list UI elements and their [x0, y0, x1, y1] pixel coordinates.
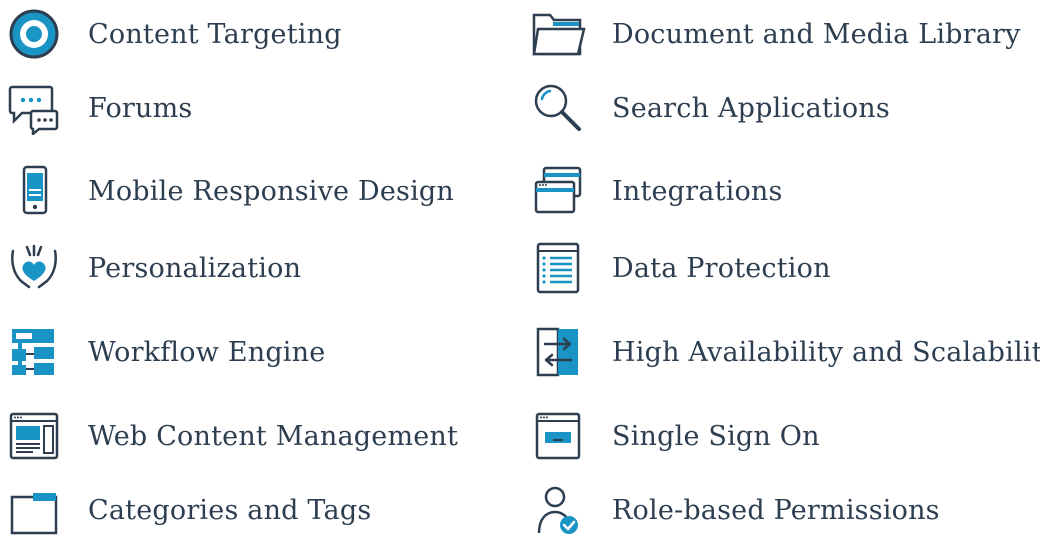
- open-folder-icon: [528, 4, 588, 64]
- feature-forums: Forums: [4, 78, 192, 138]
- browser-key-icon: [528, 406, 588, 466]
- feature-label: Role-based Permissions: [612, 494, 940, 526]
- target-icon: [4, 4, 64, 64]
- feature-label: Mobile Responsive Design: [88, 175, 455, 207]
- feature-label: Workflow Engine: [88, 336, 326, 368]
- list-document-icon: [528, 238, 588, 298]
- stacked-windows-icon: [528, 161, 588, 221]
- folder-tab-icon: [4, 480, 64, 540]
- feature-label: Categories and Tags: [88, 494, 372, 526]
- swap-arrows-icon: [528, 322, 588, 382]
- feature-categories-and-tags: Categories and Tags: [4, 480, 371, 540]
- feature-label: Data Protection: [612, 252, 831, 284]
- feature-label: Document and Media Library: [612, 18, 1021, 50]
- feature-label: Personalization: [88, 252, 302, 284]
- feature-label: Web Content Management: [88, 420, 459, 452]
- feature-integrations: Integrations: [528, 161, 783, 221]
- feature-label: Forums: [88, 92, 193, 124]
- feature-workflow-engine: Workflow Engine: [4, 322, 325, 382]
- feature-label: Single Sign On: [612, 420, 820, 452]
- feature-role-based-permissions: Role-based Permissions: [528, 480, 940, 540]
- chat-bubbles-icon: [4, 78, 64, 138]
- feature-label: Content Targeting: [88, 18, 342, 50]
- feature-search-applications: Search Applications: [528, 78, 890, 138]
- feature-label: Search Applications: [612, 92, 890, 124]
- feature-web-content-management: Web Content Management: [4, 406, 458, 466]
- feature-personalization: Personalization: [4, 238, 301, 298]
- user-check-icon: [528, 480, 588, 540]
- feature-single-sign-on: Single Sign On: [528, 406, 820, 466]
- workflow-icon: [4, 322, 64, 382]
- feature-data-protection: Data Protection: [528, 238, 831, 298]
- mobile-phone-icon: [4, 161, 64, 221]
- magnifier-icon: [528, 78, 588, 138]
- feature-mobile-responsive-design: Mobile Responsive Design: [4, 161, 454, 221]
- web-layout-icon: [4, 406, 64, 466]
- hands-heart-icon: [4, 238, 64, 298]
- feature-high-availability-and-scalability: High Availability and Scalability: [528, 322, 1040, 382]
- feature-label: High Availability and Scalability: [612, 336, 1040, 368]
- feature-content-targeting: Content Targeting: [4, 4, 342, 64]
- feature-document-and-media-library: Document and Media Library: [528, 4, 1021, 64]
- feature-label: Integrations: [612, 175, 783, 207]
